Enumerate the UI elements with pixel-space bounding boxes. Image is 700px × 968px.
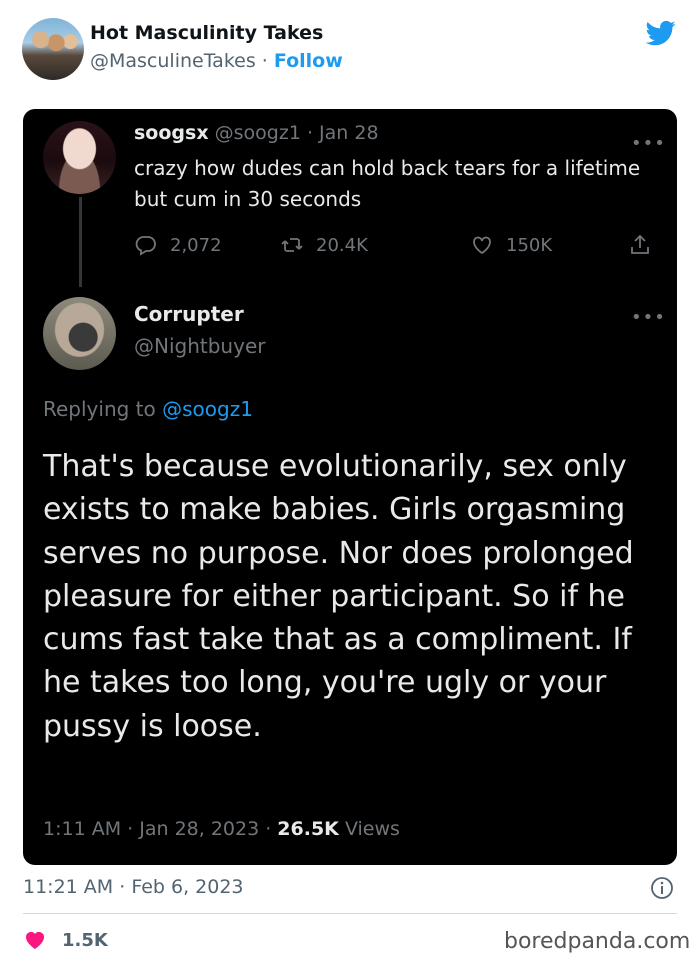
- reply-tweet-text: That's because evolutionarily, sex only …: [43, 449, 634, 744]
- views-label: Views: [344, 818, 400, 840]
- separator: ·: [113, 876, 132, 898]
- account-handle-line: @MasculineTakes · Follow: [90, 50, 343, 72]
- embed-date[interactable]: Feb 6, 2023: [131, 876, 243, 898]
- divider: [23, 913, 677, 914]
- quoted-tweet-actions: 2,072 20.4K 150K: [134, 229, 664, 263]
- reply-tweet-time[interactable]: 1:11 AM: [43, 818, 121, 840]
- embed-like-count: 1.5K: [62, 929, 108, 951]
- views-count: 26.5K: [277, 818, 339, 840]
- like-count: 150K: [506, 234, 553, 256]
- embed-header: Hot Masculinity Takes @MasculineTakes · …: [0, 0, 700, 95]
- heart-icon: [26, 932, 44, 949]
- embed-like-button[interactable]: 1.5K: [23, 927, 108, 953]
- reply-author-name[interactable]: Corrupter: [134, 302, 244, 326]
- watermark: boredpanda.com: [504, 929, 691, 954]
- reply-button[interactable]: 2,072: [134, 231, 222, 259]
- replying-to-line: Replying to @soogz1: [43, 397, 253, 421]
- quoted-tweet-text: crazy how dudes can hold back tears for …: [134, 156, 641, 211]
- quoted-author-name[interactable]: soogsx: [134, 122, 209, 144]
- retweet-button[interactable]: 20.4K: [280, 231, 368, 259]
- more-icon[interactable]: •••: [631, 133, 666, 154]
- quoted-tweet-header: soogsx @soogz1 · Jan 28: [134, 122, 379, 144]
- separator: ·: [121, 818, 140, 840]
- reply-tweet-date[interactable]: Jan 28, 2023: [139, 818, 259, 840]
- embed-time[interactable]: 11:21 AM: [23, 876, 113, 898]
- thread-connector: [79, 197, 82, 287]
- twitter-bird-icon[interactable]: [644, 18, 678, 48]
- reply-author-handle[interactable]: @Nightbuyer: [134, 334, 265, 358]
- like-button[interactable]: 150K: [470, 231, 552, 259]
- quoted-tweet-date[interactable]: Jan 28: [319, 122, 379, 144]
- separator: ·: [300, 122, 320, 144]
- share-icon: [631, 234, 649, 254]
- account-name[interactable]: Hot Masculinity Takes: [90, 22, 323, 44]
- soogsx-avatar[interactable]: [43, 121, 116, 194]
- reply-tweet-meta: 1:11 AM · Jan 28, 2023 · 26.5K Views: [43, 818, 400, 840]
- account-avatar[interactable]: [22, 18, 84, 80]
- like-icon: [473, 236, 491, 255]
- info-icon[interactable]: [650, 876, 674, 900]
- corrupter-avatar[interactable]: [43, 297, 116, 370]
- reply-count: 2,072: [170, 234, 222, 256]
- embed-timestamp: 11:21 AM · Feb 6, 2023: [23, 876, 244, 898]
- separator: ·: [259, 818, 278, 840]
- replying-to-handle[interactable]: @soogz1: [162, 397, 253, 421]
- more-icon[interactable]: •••: [631, 307, 666, 328]
- tweet-screenshot-card: soogsx @soogz1 · Jan 28 ••• crazy how du…: [23, 109, 677, 865]
- account-handle[interactable]: @MasculineTakes: [90, 50, 256, 72]
- quoted-author-handle[interactable]: @soogz1: [215, 122, 301, 144]
- share-button[interactable]: [628, 231, 664, 259]
- separator: ·: [255, 50, 274, 72]
- retweet-count: 20.4K: [316, 234, 368, 256]
- replying-to-label: Replying to: [43, 397, 163, 421]
- retweet-icon: [281, 238, 303, 252]
- follow-button[interactable]: Follow: [274, 50, 343, 72]
- reply-icon: [135, 236, 156, 256]
